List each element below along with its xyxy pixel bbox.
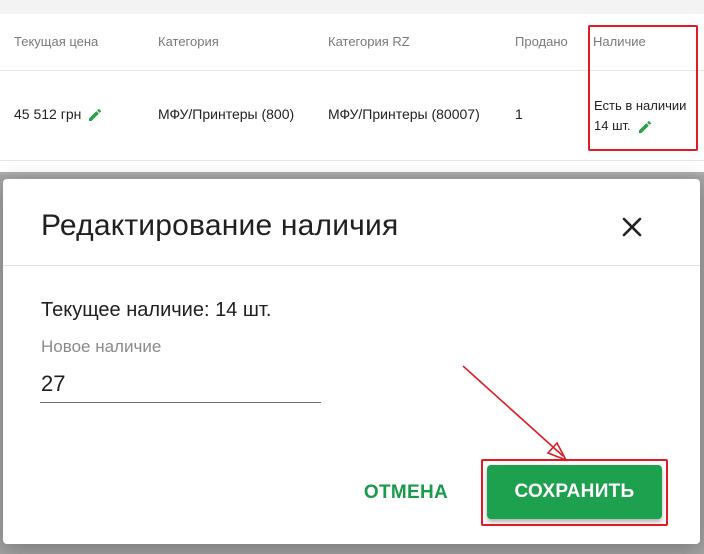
sold-cell: 1 <box>515 106 523 122</box>
price-cell: 45 512 грн <box>14 106 103 123</box>
dialog-header-divider <box>3 265 700 266</box>
header-price: Текущая цена <box>14 34 99 49</box>
close-icon[interactable] <box>617 212 647 242</box>
products-table: Текущая цена Категория Категория RZ Прод… <box>0 0 704 175</box>
cancel-button[interactable]: ОТМЕНА <box>346 476 466 508</box>
row-divider <box>0 160 704 161</box>
category-cell: МФУ/Принтеры (800) <box>158 106 295 122</box>
header-sold: Продано <box>515 34 568 49</box>
save-highlight-box <box>481 459 668 526</box>
availability-highlight-box <box>588 25 698 151</box>
price-value: 45 512 грн <box>14 106 82 122</box>
new-stock-input[interactable] <box>40 365 321 403</box>
header-category-rz: Категория RZ <box>328 34 410 49</box>
category-rz-cell: МФУ/Принтеры (80007) <box>328 106 480 122</box>
top-strip <box>0 0 704 14</box>
current-stock-text: Текущее наличие: 14 шт. <box>41 299 272 321</box>
header-category: Категория <box>158 34 219 49</box>
dialog-title: Редактирование наличия <box>41 209 399 242</box>
new-stock-label: Новое наличие <box>41 337 162 356</box>
pencil-icon[interactable] <box>87 107 103 123</box>
